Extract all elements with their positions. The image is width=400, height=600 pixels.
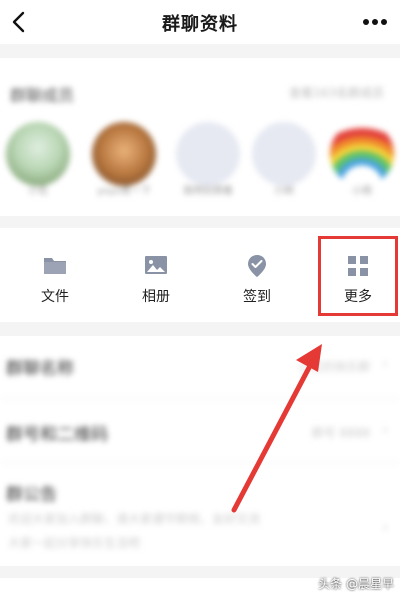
member-name: 我特别想看 (183, 186, 233, 197)
files-label: 文件 (41, 289, 69, 305)
avatar[interactable] (92, 122, 156, 186)
notice-label[interactable]: 群公告 (6, 480, 57, 505)
chevron-right-icon: › (382, 422, 388, 438)
member-name: yoyo老一下 (96, 186, 152, 197)
members-label: 群聊成员 (10, 86, 75, 105)
checkin-icon (248, 255, 266, 277)
checkin-button[interactable]: 签到 (212, 228, 302, 322)
folder-icon (44, 258, 66, 274)
group-name-value: 小花的快乐群 (297, 360, 370, 374)
album-label: 相册 (142, 289, 170, 305)
highlight-box (318, 236, 398, 316)
chevron-right-icon: › (382, 356, 388, 372)
notice-text: 欢迎大家加入群聊，请大家遵守群规，友好交流 (8, 512, 261, 526)
image-icon (145, 256, 167, 274)
member-name: 小树 (274, 186, 294, 197)
view-all-members-link[interactable]: 查看163名群成员 (289, 84, 384, 101)
divider (0, 462, 400, 463)
files-button[interactable]: 文件 (10, 228, 100, 322)
member-name: 小雨 (352, 186, 372, 197)
member-name: 小花 (28, 186, 48, 197)
more-options-icon[interactable] (362, 14, 388, 30)
page-title: 群聊资料 (162, 14, 238, 35)
qr-code-value: 群号 8888 (311, 426, 370, 440)
divider (0, 398, 400, 399)
watermark: 头条 @晨星早 (318, 577, 394, 591)
chevron-right-icon: › (382, 520, 388, 536)
album-button[interactable]: 相册 (111, 228, 201, 322)
top-bar: 群聊资料 (0, 0, 400, 44)
qr-code-label[interactable]: 群号和二维码 (6, 420, 108, 445)
avatar[interactable] (6, 122, 70, 186)
group-name-label[interactable]: 群聊名称 (6, 354, 74, 379)
notice-text: 大家一起分享快乐生活吧 (8, 536, 141, 550)
avatar[interactable] (176, 122, 240, 186)
avatar[interactable] (330, 122, 394, 186)
checkin-label: 签到 (243, 289, 271, 305)
avatar[interactable] (252, 122, 316, 186)
